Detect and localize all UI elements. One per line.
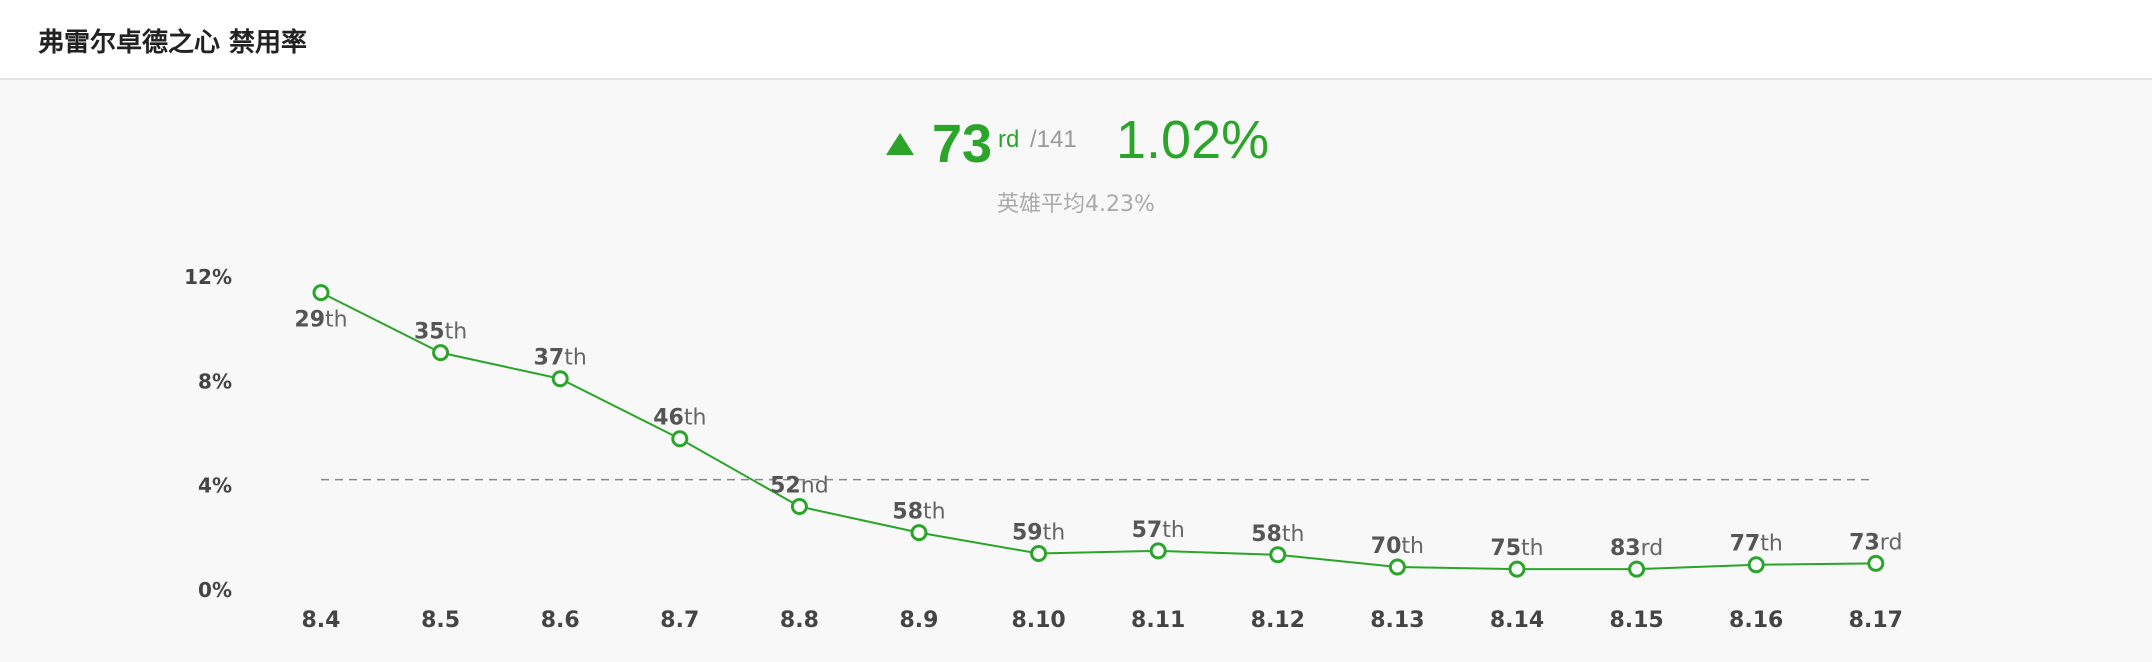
rank-label: 77th xyxy=(1730,532,1783,557)
series-line xyxy=(320,291,1876,571)
x-tick-label: 8.6 xyxy=(541,608,580,633)
x-tick-label: 8.5 xyxy=(421,608,460,633)
x-tick-label: 8.11 xyxy=(1131,608,1185,633)
rank-label: 75th xyxy=(1490,536,1543,561)
data-point xyxy=(910,524,928,542)
rank-label: 46th xyxy=(653,406,706,431)
x-tick-label: 8.9 xyxy=(900,608,939,633)
x-tick-label: 8.14 xyxy=(1490,608,1544,633)
data-point xyxy=(1747,556,1765,574)
rank-label: 57th xyxy=(1132,518,1185,543)
x-tick-label: 8.7 xyxy=(660,608,699,633)
rank-label: 37th xyxy=(534,346,587,371)
y-tick-label: 8% xyxy=(198,369,232,393)
rank-label: 29th xyxy=(294,308,347,333)
data-point xyxy=(790,498,808,516)
x-tick-label: 8.4 xyxy=(302,608,341,633)
data-point xyxy=(1388,558,1406,576)
rank-label: 73rd xyxy=(1849,530,1902,555)
data-point xyxy=(312,284,330,302)
data-point xyxy=(1269,546,1287,564)
x-tick-label: 8.12 xyxy=(1251,608,1305,633)
rank-label: 70th xyxy=(1371,534,1424,559)
rank-label: 52nd xyxy=(770,474,829,499)
data-point xyxy=(671,430,689,448)
data-point xyxy=(1508,560,1526,578)
data-point xyxy=(551,370,569,388)
y-tick-label: 0% xyxy=(198,578,232,602)
x-tick-label: 8.16 xyxy=(1729,608,1783,633)
x-tick-label: 8.17 xyxy=(1849,608,1903,633)
rank-label: 83rd xyxy=(1610,536,1663,561)
x-tick-label: 8.8 xyxy=(780,608,819,633)
ban-rate-chart: 0% 4% 8% 12% 8.4 8.5 8.6 8.7 8.8 8.9 8.10 8.11 8.12 8… xyxy=(184,265,1903,633)
y-tick-label: 4% xyxy=(198,474,232,498)
x-tick-label: 8.13 xyxy=(1370,608,1424,633)
rank-label: 58th xyxy=(1251,522,1304,547)
rank-label: 58th xyxy=(892,500,945,525)
data-point xyxy=(1867,554,1885,572)
x-tick-label: 8.15 xyxy=(1609,608,1663,633)
rank-label: 59th xyxy=(1012,520,1065,545)
y-tick-label: 12% xyxy=(184,265,232,289)
x-tick-label: 8.10 xyxy=(1011,608,1065,633)
rank-label: 35th xyxy=(414,320,467,345)
data-point xyxy=(1030,544,1048,562)
data-point xyxy=(432,344,450,362)
data-point xyxy=(1149,542,1167,560)
data-point xyxy=(1628,560,1646,578)
